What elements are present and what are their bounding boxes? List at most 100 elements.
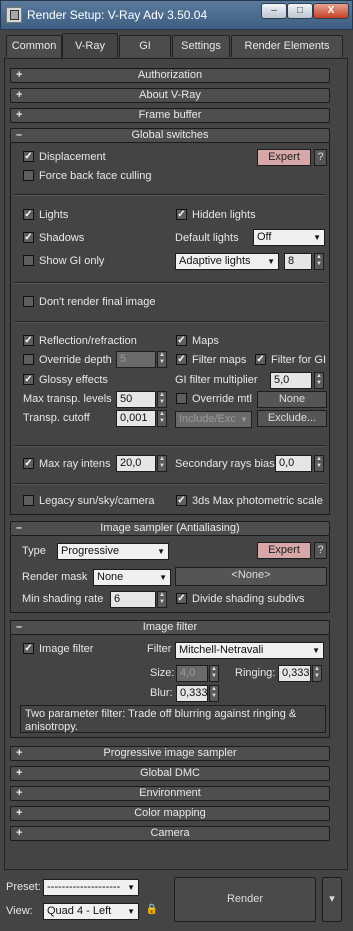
rollout-frame-buffer[interactable]: + Frame buffer: [10, 108, 330, 123]
override-mtl-checkbox[interactable]: [176, 393, 187, 404]
adaptive-lights-spinner[interactable]: ▲ ▼: [314, 253, 324, 270]
secondary-bias-input[interactable]: 0,0: [275, 455, 312, 472]
blur-spinner[interactable]: ▲ ▼: [209, 685, 219, 702]
sampler-type-dropdown[interactable]: Progressive ▼: [57, 543, 169, 560]
rollout-authorization[interactable]: + Authorization: [10, 68, 330, 83]
override-depth-spinner[interactable]: ▲ ▼: [157, 351, 167, 368]
filter-size-input[interactable]: 4,0: [176, 665, 208, 682]
maps-checkbox[interactable]: ✓: [176, 335, 187, 346]
include-exclude-dropdown[interactable]: Include/Exc ▼: [175, 411, 252, 428]
rollout-environment[interactable]: + Environment: [10, 786, 330, 801]
rollout-label: Color mapping: [134, 807, 206, 819]
expert-button[interactable]: Expert: [257, 149, 311, 166]
spin-up-icon: ▲: [159, 392, 165, 398]
override-mtl-none-button[interactable]: None: [257, 391, 327, 408]
maximize-button[interactable]: □: [287, 3, 313, 19]
transp-cutoff-input[interactable]: 0,001: [116, 410, 156, 427]
adaptive-lights-dropdown[interactable]: Adaptive lights ▼: [175, 253, 279, 270]
tab-bar: Common V-Ray GI Settings Render Elements: [0, 30, 353, 58]
gi-filter-multiplier-spinner[interactable]: ▲ ▼: [314, 372, 324, 389]
ringing-input[interactable]: 0,333: [278, 665, 311, 682]
render-menu-button[interactable]: ▾: [322, 877, 342, 922]
rollout-camera[interactable]: + Camera: [10, 826, 330, 841]
secondary-bias-spinner[interactable]: ▲ ▼: [314, 455, 324, 472]
rollout-image-sampler[interactable]: – Image sampler (Antialiasing): [10, 521, 330, 536]
sampler-help-button[interactable]: ?: [314, 542, 327, 559]
displacement-checkbox[interactable]: ✓: [23, 151, 34, 162]
render-mask-dropdown[interactable]: None ▼: [93, 569, 171, 586]
transp-cutoff-spinner[interactable]: ▲ ▼: [157, 410, 167, 427]
preset-dropdown[interactable]: -------------------- ▼: [43, 879, 139, 896]
chevron-down-icon: ▼: [127, 883, 135, 892]
lock-icon[interactable]: 🔒: [145, 903, 159, 917]
max-ray-intens-checkbox[interactable]: ✓: [23, 458, 34, 469]
rollout-about[interactable]: + About V-Ray: [10, 88, 330, 103]
divider: [14, 445, 326, 447]
hidden-lights-label: Hidden lights: [192, 209, 256, 221]
reflection-checkbox[interactable]: ✓: [23, 335, 34, 346]
image-filter-checkbox[interactable]: ✓: [23, 643, 34, 654]
dont-render-checkbox[interactable]: [23, 296, 34, 307]
lights-checkbox[interactable]: ✓: [23, 209, 34, 220]
transp-cutoff-label: Transp. cutoff: [23, 412, 90, 424]
view-dropdown[interactable]: Quad 4 - Left ▼: [43, 903, 139, 920]
adaptive-lights-count[interactable]: 8: [284, 253, 312, 270]
show-gi-only-checkbox[interactable]: [23, 255, 34, 266]
filter-maps-checkbox[interactable]: ✓: [176, 354, 187, 365]
max-ray-intens-spinner[interactable]: ▲ ▼: [157, 455, 167, 472]
rollout-color-mapping[interactable]: + Color mapping: [10, 806, 330, 821]
help-button[interactable]: ?: [314, 149, 327, 166]
render-mask-label: Render mask: [22, 571, 88, 583]
min-shading-spinner[interactable]: ▲ ▼: [157, 591, 167, 608]
chevron-down-icon: ▼: [159, 573, 167, 582]
legacy-sun-label: Legacy sun/sky/camera: [39, 495, 155, 507]
glossy-checkbox[interactable]: ✓: [23, 374, 34, 385]
max-transp-input[interactable]: 50: [116, 391, 156, 408]
render-button[interactable]: Render: [174, 877, 316, 922]
divider: [14, 483, 326, 485]
override-depth-input[interactable]: 5: [116, 351, 156, 368]
spin-up-icon: ▲: [316, 456, 322, 462]
spin-down-icon: ▼: [314, 673, 320, 679]
filter-type-dropdown[interactable]: Mitchell-Netravali ▼: [175, 642, 324, 659]
minimize-button[interactable]: –: [261, 3, 287, 19]
rollout-label: Environment: [139, 787, 201, 799]
tab-vray[interactable]: V-Ray: [62, 33, 118, 58]
rollout-global-dmc[interactable]: + Global DMC: [10, 766, 330, 781]
sampler-expert-button[interactable]: Expert: [257, 542, 311, 559]
blur-input[interactable]: 0,333: [176, 685, 208, 702]
tab-settings[interactable]: Settings: [172, 35, 230, 57]
rollout-label: Authorization: [137, 69, 203, 81]
spin-down-icon: ▼: [316, 380, 322, 386]
gi-filter-multiplier-input[interactable]: 5,0: [270, 372, 312, 389]
render-mask-value: None: [97, 571, 124, 583]
photometric-checkbox[interactable]: ✓: [176, 495, 187, 506]
close-button[interactable]: X: [313, 3, 349, 19]
min-shading-input[interactable]: 6: [110, 591, 156, 608]
rollout-global-switches[interactable]: – Global switches: [10, 128, 330, 143]
max-transp-spinner[interactable]: ▲ ▼: [157, 391, 167, 408]
divide-subdivs-checkbox[interactable]: ✓: [176, 593, 187, 604]
rollout-image-filter[interactable]: – Image filter: [10, 620, 330, 635]
spin-up-icon: ▲: [159, 411, 165, 417]
default-lights-dropdown[interactable]: Off ▼: [253, 229, 325, 246]
filter-size-spinner[interactable]: ▲ ▼: [209, 665, 219, 682]
tab-render-elements[interactable]: Render Elements: [231, 35, 343, 57]
override-depth-checkbox[interactable]: [23, 354, 34, 365]
tab-common[interactable]: Common: [6, 35, 62, 57]
spin-up-icon: ▲: [316, 373, 322, 379]
max-ray-intens-input[interactable]: 20,0: [116, 455, 156, 472]
render-mask-object-button[interactable]: <None>: [175, 567, 327, 586]
rollout-progressive-sampler[interactable]: + Progressive image sampler: [10, 746, 330, 761]
spin-down-icon: ▼: [316, 463, 322, 469]
hidden-lights-checkbox[interactable]: ✓: [176, 209, 187, 220]
tab-gi[interactable]: GI: [119, 35, 171, 57]
exclude-button[interactable]: Exclude...: [257, 410, 327, 427]
maps-label: Maps: [192, 335, 219, 347]
shadows-checkbox[interactable]: ✓: [23, 232, 34, 243]
ringing-spinner[interactable]: ▲ ▼: [312, 665, 322, 682]
legacy-sun-checkbox[interactable]: [23, 495, 34, 506]
rollout-label: Image sampler (Antialiasing): [100, 522, 240, 534]
force-back-face-checkbox[interactable]: [23, 170, 34, 181]
filter-for-gi-checkbox[interactable]: ✓: [255, 354, 266, 365]
